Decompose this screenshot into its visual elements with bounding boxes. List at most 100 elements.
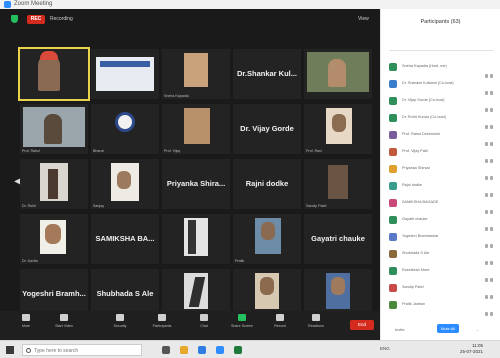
participant-list-item[interactable]: Sandip Patel xyxy=(389,282,499,299)
participant-list-item[interactable]: Rushikesh More xyxy=(389,265,499,282)
more-options-button[interactable]: ... xyxy=(476,327,479,332)
participant-list-item[interactable]: Dr. Shankar Kulkarni (Co-host) xyxy=(389,78,499,95)
language-indicator[interactable]: ENG xyxy=(380,346,390,351)
clock-date: 25-07-2021 xyxy=(460,349,484,354)
participant-list-name: Sneha Kapadia (Host, me) xyxy=(402,64,447,68)
video-tile[interactable] xyxy=(91,49,159,99)
participants-title: Participants (63) xyxy=(420,19,461,25)
participant-list-name: Rushikesh More xyxy=(402,268,430,272)
participant-list-item[interactable]: Shubhada S Ale xyxy=(389,248,499,265)
video-tile[interactable]: SAMIKSHA BA... xyxy=(91,214,159,264)
zoom-taskbar-icon[interactable] xyxy=(216,346,224,354)
participant-list-item[interactable]: Dr. Rohit Kumar (Co-host) xyxy=(389,112,499,129)
task-view-icon[interactable] xyxy=(162,346,170,354)
chat-bubble-icon xyxy=(200,314,208,321)
participant-list-item[interactable]: Pratik Jadhav xyxy=(389,299,499,316)
video-tile[interactable]: Prof. Rahul xyxy=(20,104,88,154)
record-button[interactable]: Record xyxy=(260,314,300,328)
recording-badge: REC xyxy=(27,15,45,24)
mute-all-button[interactable]: Mute All xyxy=(437,324,459,333)
mic-camera-status-icon xyxy=(485,201,495,214)
participant-list-item[interactable]: Priyanka Shirsat xyxy=(389,163,499,180)
avatar xyxy=(389,284,397,292)
participant-list-name: Dr. Vijay Gorde (Co-host) xyxy=(402,98,445,102)
invite-button[interactable]: Invite xyxy=(395,327,405,332)
end-meeting-button[interactable]: End xyxy=(350,320,374,330)
video-tile[interactable] xyxy=(18,47,90,101)
view-button[interactable]: View xyxy=(358,14,369,24)
share-screen-icon xyxy=(238,314,246,321)
mute-button[interactable]: Mute xyxy=(6,314,46,328)
video-tile[interactable]: Rajni dodke xyxy=(233,159,301,209)
mic-camera-status-icon xyxy=(485,252,495,265)
participant-name: Dr. Rohit xyxy=(22,204,36,208)
video-tile[interactable]: Sandip Patel xyxy=(304,159,372,209)
file-explorer-icon[interactable] xyxy=(180,346,188,354)
video-tile[interactable]: Dr. Vijay Gorde xyxy=(233,104,301,154)
excel-icon[interactable] xyxy=(234,346,242,354)
microphone-icon xyxy=(22,314,30,321)
taskbar-search-input[interactable] xyxy=(34,346,134,355)
meeting-area: REC Recording View ◀ ▶ Sneha Kapadia Dr.… xyxy=(0,9,380,340)
mic-camera-status-icon xyxy=(485,218,495,231)
video-tile[interactable]: Sneha Kapadia xyxy=(162,49,230,99)
windows-start-icon[interactable] xyxy=(6,346,14,354)
shield-icon[interactable] xyxy=(11,15,18,23)
participant-list-item[interactable]: Sneha Kapadia (Host, me) xyxy=(389,61,499,78)
taskbar-search[interactable] xyxy=(22,344,142,356)
edge-browser-icon[interactable] xyxy=(198,346,206,354)
record-icon xyxy=(276,314,284,321)
participants-button[interactable]: Participants xyxy=(142,314,182,328)
video-tile[interactable]: Gayatri chauke xyxy=(304,214,372,264)
participants-search[interactable] xyxy=(389,45,493,51)
participant-list-item[interactable]: SAMIKSHA BAGADE xyxy=(389,197,499,214)
video-tile[interactable]: Dr.Shankar Kul... xyxy=(233,49,301,99)
participant-name: Sneha Kapadia xyxy=(164,94,189,98)
participant-name: Sandip Patel xyxy=(306,204,327,208)
participant-list-item[interactable]: Rajni dodke xyxy=(389,180,499,197)
share-screen-button[interactable]: Share Screen xyxy=(222,314,262,328)
participant-video xyxy=(48,169,58,199)
participant-list-item[interactable]: Yogeshri Bramhankar xyxy=(389,231,499,248)
video-tile[interactable] xyxy=(162,214,230,264)
participant-video xyxy=(44,114,62,144)
security-button[interactable]: Security xyxy=(100,314,140,328)
participant-name: Prof. Vijay xyxy=(164,149,181,153)
mic-camera-status-icon xyxy=(485,99,495,112)
mic-camera-status-icon xyxy=(485,235,495,248)
participant-video xyxy=(260,277,274,295)
reactions-button[interactable]: Reactions xyxy=(296,314,336,328)
avatar xyxy=(389,199,397,207)
system-clock[interactable]: 11:05 25-07-2021 xyxy=(460,343,483,355)
participants-panel: Participants (63) Sneha Kapadia (Host, m… xyxy=(380,9,500,340)
video-tile[interactable]: Pratik xyxy=(233,214,301,264)
mic-camera-status-icon xyxy=(485,184,495,197)
video-tile[interactable]: Prof. Vijay xyxy=(162,104,230,154)
avatar xyxy=(389,250,397,258)
participant-list-name: Dr. Rohit Kumar (Co-host) xyxy=(402,115,446,119)
window-title: Zoom Meeting xyxy=(14,1,53,7)
avatar xyxy=(389,182,397,190)
video-tile[interactable]: Sanjay xyxy=(91,159,159,209)
start-video-button[interactable]: Start Video xyxy=(44,314,84,328)
participant-list-name: Gayatri chauke xyxy=(402,217,428,221)
participant-video xyxy=(261,222,275,240)
participant-video xyxy=(332,114,346,132)
participant-name: Pratik xyxy=(235,259,245,263)
participant-list-item[interactable]: Dr. Vijay Gorde (Co-host) xyxy=(389,95,499,112)
video-tile[interactable]: Priyanka Shira... xyxy=(162,159,230,209)
video-tile[interactable]: Dr. Kavita xyxy=(20,214,88,264)
video-tile[interactable] xyxy=(304,49,372,99)
participant-video xyxy=(40,51,58,60)
participant-name: SAMIKSHA BA... xyxy=(95,234,155,243)
avatar xyxy=(389,267,397,275)
video-grid: Sneha Kapadia Dr.Shankar Kul... Prof. Ra… xyxy=(18,47,372,319)
video-tile[interactable]: Dr. Rohit xyxy=(20,159,88,209)
video-tile[interactable]: Bharat xyxy=(91,104,159,154)
participant-list-item[interactable]: Prof. Vijay Patil xyxy=(389,146,499,163)
video-tile[interactable]: Prof. Ravi xyxy=(304,104,372,154)
participant-list-item[interactable]: Gayatri chauke xyxy=(389,214,499,231)
chat-button[interactable]: Chat xyxy=(184,314,224,328)
participant-list-item[interactable]: Prof. Rahul Deshmukh xyxy=(389,129,499,146)
zoom-app-icon xyxy=(4,1,11,8)
